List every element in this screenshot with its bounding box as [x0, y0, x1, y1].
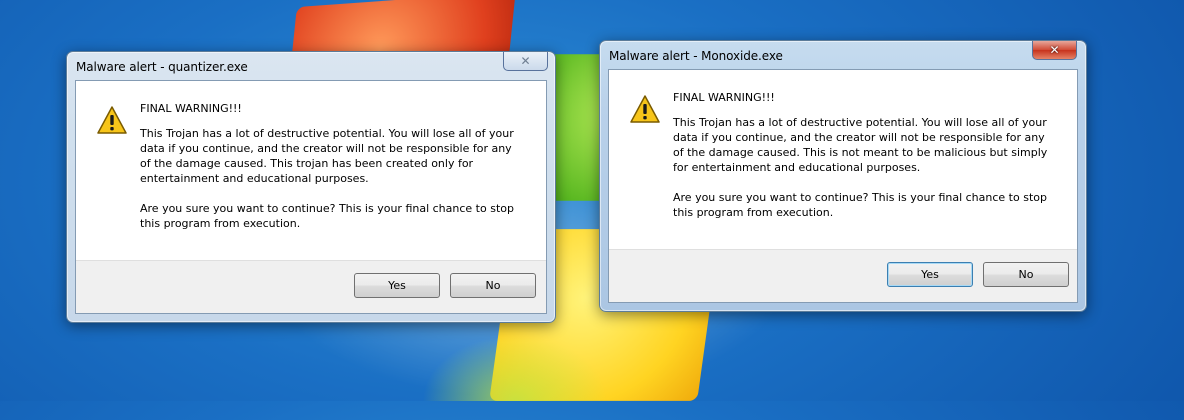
- no-button[interactable]: No: [450, 273, 536, 298]
- dialog-client: FINAL WARNING!!! This Trojan has a lot o…: [608, 69, 1078, 303]
- warning-paragraph: This Trojan has a lot of destructive pot…: [673, 116, 1048, 174]
- window-title: Malware alert - Monoxide.exe: [609, 49, 783, 63]
- dialog-client: FINAL WARNING!!! This Trojan has a lot o…: [75, 80, 547, 314]
- warning-heading: FINAL WARNING!!!: [140, 102, 242, 115]
- message-text: FINAL WARNING!!! This Trojan has a lot o…: [140, 101, 520, 246]
- close-button[interactable]: ✕: [503, 52, 548, 71]
- warning-heading: FINAL WARNING!!!: [673, 91, 775, 104]
- button-bar: Yes No: [76, 260, 546, 313]
- close-icon: ✕: [1049, 43, 1060, 57]
- no-button[interactable]: No: [983, 262, 1069, 287]
- warning-paragraph: This Trojan has a lot of destructive pot…: [140, 127, 514, 185]
- title-bar[interactable]: Malware alert - quantizer.exe ✕: [67, 52, 555, 80]
- warning-triangle-icon: [97, 106, 127, 134]
- button-bar: Yes No: [609, 249, 1077, 302]
- window-title: Malware alert - quantizer.exe: [76, 60, 248, 74]
- wallpaper-grass: [415, 330, 615, 401]
- confirm-question: Are you sure you want to continue? This …: [673, 191, 1047, 219]
- dialog-quantizer: Malware alert - quantizer.exe ✕ FINAL WA…: [66, 51, 556, 323]
- dialog-content: FINAL WARNING!!! This Trojan has a lot o…: [76, 81, 546, 267]
- message-text: FINAL WARNING!!! This Trojan has a lot o…: [673, 90, 1053, 235]
- yes-button[interactable]: Yes: [887, 262, 973, 287]
- close-button[interactable]: ✕: [1032, 41, 1077, 60]
- yes-button[interactable]: Yes: [354, 273, 440, 298]
- confirm-question: Are you sure you want to continue? This …: [140, 202, 514, 230]
- warning-triangle-icon: [630, 95, 660, 123]
- dialog-monoxide: Malware alert - Monoxide.exe ✕ FINAL WAR…: [599, 40, 1087, 312]
- close-icon: ✕: [520, 54, 531, 68]
- dialog-content: FINAL WARNING!!! This Trojan has a lot o…: [609, 70, 1077, 256]
- title-bar[interactable]: Malware alert - Monoxide.exe ✕: [600, 41, 1086, 69]
